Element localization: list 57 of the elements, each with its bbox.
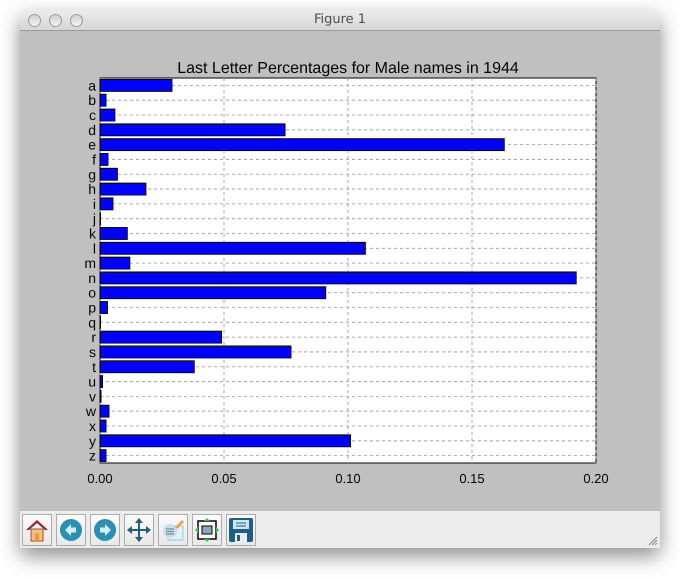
axis-tick-label: x (89, 418, 96, 434)
axis-tick-label: w (86, 403, 96, 420)
axis-tick-label: k (89, 225, 96, 242)
axis-tick-label: 0.05 (211, 471, 237, 486)
resize-grip-icon (648, 536, 658, 546)
subplots-button[interactable] (192, 514, 222, 546)
axis-tick-label: u (88, 374, 96, 390)
axis-tick-label: 0.10 (335, 471, 361, 486)
axis-tick-label: g (88, 166, 96, 182)
axis-tick-label: q (88, 314, 96, 330)
axis-tick-label: s (89, 344, 96, 360)
bar (100, 301, 108, 314)
axis-tick-label: a (88, 77, 96, 94)
bar (100, 108, 116, 122)
zoom-button[interactable] (70, 14, 83, 26)
home-button[interactable] (22, 514, 52, 546)
axis-tick-label: m (84, 255, 96, 272)
bar (100, 94, 106, 107)
axis-tick-label: p (88, 300, 96, 316)
bar (100, 182, 146, 196)
axis-tick-label: r (91, 329, 96, 346)
axis-tick-label: n (88, 270, 96, 286)
axis-tick-label: i (92, 196, 96, 212)
save-button[interactable] (226, 514, 256, 546)
axis-tick-label: h (88, 181, 96, 198)
axis-tick-label: v (89, 388, 96, 404)
axis-tick-label: c (89, 107, 96, 124)
axis-tick-label: z (89, 448, 96, 464)
axis-tick-label: d (88, 122, 96, 138)
close-button[interactable] (28, 14, 41, 26)
axis-tick-label: o (88, 284, 96, 301)
bar (100, 227, 128, 240)
bar (100, 197, 114, 210)
bar (100, 168, 118, 181)
axis-tick-label: e (88, 136, 96, 153)
axis-tick-label: f (92, 151, 96, 168)
forward-button[interactable] (90, 514, 120, 546)
frame-arrows-icon (194, 516, 220, 542)
chart-title: Last Letter Percentages for Male names in 1944 (177, 60, 519, 77)
axis-tick-label: 0.15 (459, 471, 485, 486)
bar (100, 449, 106, 462)
bar (100, 153, 108, 166)
window-title: Figure 1 (314, 11, 366, 30)
move-arrows-icon (126, 516, 152, 542)
back-button[interactable] (56, 514, 86, 546)
bar (100, 420, 106, 432)
axis-tick-label: l (92, 240, 96, 256)
axis-tick-label: j (92, 210, 96, 227)
bar (100, 375, 103, 388)
axis-tick-label: 0.20 (583, 471, 609, 486)
minimize-button[interactable] (49, 14, 62, 26)
bar (100, 404, 110, 418)
pan-button[interactable] (124, 514, 154, 546)
axis-tick-label: 0.00 (87, 471, 113, 486)
axis-tick-label: b (88, 92, 96, 108)
axis-tick-label: y (89, 432, 96, 449)
axis-tick-label: t (92, 358, 96, 375)
